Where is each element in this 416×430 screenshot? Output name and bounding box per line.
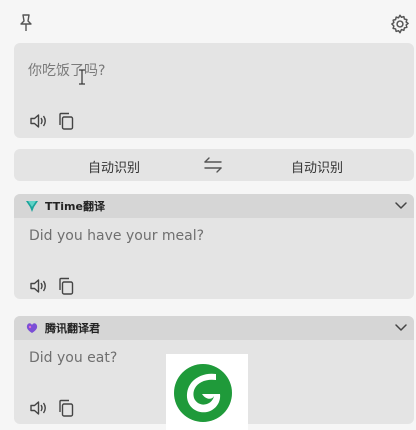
speaker-icon[interactable]: [28, 276, 48, 296]
source-language-select[interactable]: 自动识别: [88, 157, 140, 176]
engine-name: TTime翻译: [45, 200, 105, 213]
language-selector-bar: 自动识别 自动识别: [14, 149, 414, 181]
engine-name: 腾讯翻译君: [45, 322, 100, 335]
chevron-down-icon[interactable]: [394, 322, 408, 334]
pin-icon[interactable]: [16, 13, 36, 33]
translation-text: Did you have your meal?: [29, 228, 205, 244]
watermark-logo: [166, 354, 248, 430]
tencent-logo-icon: [26, 323, 38, 333]
copy-icon[interactable]: [56, 276, 76, 296]
source-text[interactable]: 你吃饭了吗?: [28, 60, 105, 80]
leaf-logo-icon: [174, 364, 232, 422]
result-header[interactable]: TTime翻译: [14, 194, 414, 218]
swap-icon[interactable]: [202, 155, 224, 175]
copy-icon[interactable]: [56, 111, 76, 131]
speaker-icon[interactable]: [28, 111, 48, 131]
chevron-down-icon[interactable]: [394, 200, 408, 212]
text-cursor-icon: [79, 69, 85, 85]
ttime-logo-icon: [26, 201, 38, 212]
target-language-select[interactable]: 自动识别: [291, 157, 343, 176]
result-card-ttime: TTime翻译 Did you have your meal?: [14, 194, 414, 299]
speaker-icon[interactable]: [28, 398, 48, 418]
translation-text: Did you eat?: [29, 350, 118, 366]
result-header[interactable]: 腾讯翻译君: [14, 316, 414, 340]
top-bar: [0, 0, 416, 42]
gear-icon[interactable]: [389, 13, 411, 35]
copy-icon[interactable]: [56, 398, 76, 418]
source-input-panel[interactable]: 你吃饭了吗?: [14, 43, 414, 138]
